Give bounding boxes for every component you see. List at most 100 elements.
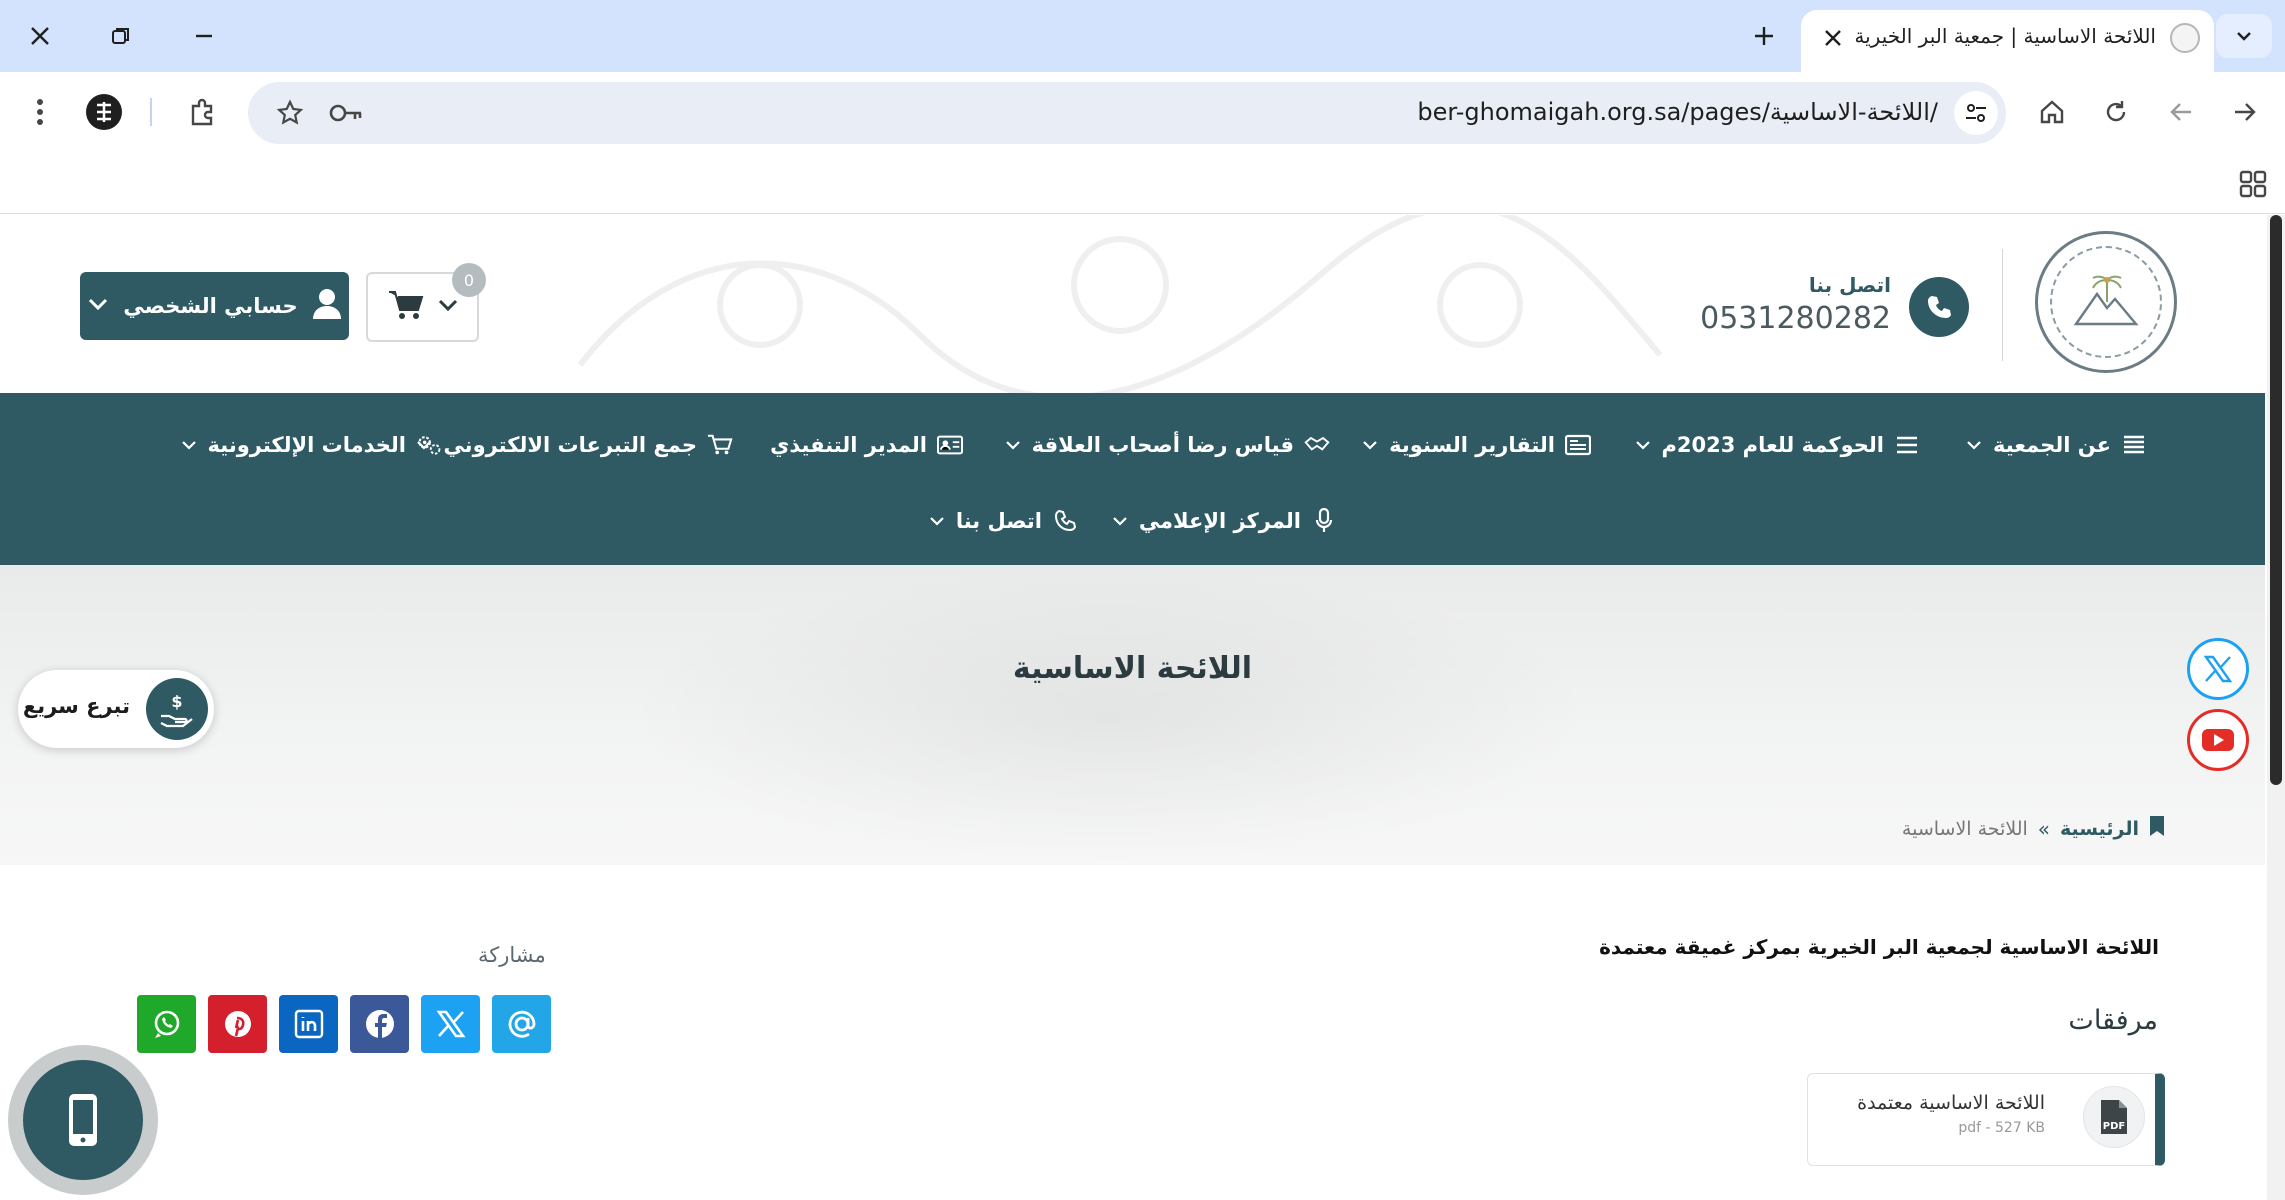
site-header: اتصل بنا 0531280282 0 حسابي الشخصي <box>0 215 2265 393</box>
nav-item-label: الحوكمة للعام 2023م <box>1661 433 1884 457</box>
linkedin-share-icon[interactable] <box>279 995 338 1053</box>
active-tab[interactable]: اللائحة الاساسية | جمعية البر الخيرية <box>1801 10 2214 72</box>
nav-item-executive-director[interactable]: المدير التنفيذي <box>770 423 963 467</box>
breadcrumb-home-link[interactable]: الرئيسية <box>2060 818 2139 840</box>
logo-emblem-icon <box>2050 246 2162 358</box>
phone-icon <box>1052 508 1078 534</box>
x-twitter-share-icon[interactable] <box>421 995 480 1053</box>
close-tab-icon[interactable] <box>1813 18 1853 58</box>
email-share-icon[interactable] <box>492 995 551 1053</box>
header-divider <box>2002 249 2003 361</box>
restore-window-icon[interactable] <box>95 14 147 58</box>
bookmark-star-icon[interactable] <box>268 91 312 135</box>
tab-search-button[interactable] <box>2216 14 2272 58</box>
nav-item-e-services[interactable]: الخدمات الإلكترونية <box>180 423 442 467</box>
tab-title: اللائحة الاساسية | جمعية البر الخيرية <box>1856 24 2156 48</box>
breadcrumb: الرئيسية » اللائحة الاساسية <box>1902 815 2165 842</box>
tab-favicon-icon <box>2170 23 2200 53</box>
donate-hand-icon: $ <box>146 678 208 740</box>
back-arrow-icon[interactable] <box>2155 86 2207 138</box>
password-key-icon[interactable] <box>324 91 368 135</box>
facebook-share-icon[interactable] <box>350 995 409 1053</box>
quick-donate-button[interactable]: $ تبرع سريع <box>18 670 214 748</box>
page-title: اللائحة الاساسية <box>1012 651 1253 686</box>
chevron-down-icon <box>1965 436 1983 454</box>
x-twitter-float-icon[interactable] <box>2187 638 2249 700</box>
apps-grid-icon[interactable] <box>2235 166 2271 202</box>
address-bar[interactable]: ber-ghomaigah.org.sa/pages/اللائحة-الاسا… <box>248 82 2006 144</box>
bookmark-icon <box>2149 815 2165 842</box>
mobile-app-float-button[interactable] <box>8 1045 158 1195</box>
cart-count-badge: 0 <box>452 263 486 297</box>
nav-item-satisfaction[interactable]: قياس رضا أصحاب العلاقة <box>1004 423 1330 467</box>
youtube-float-icon[interactable] <box>2187 709 2249 771</box>
account-dropdown-button[interactable]: حسابي الشخصي <box>80 272 349 340</box>
microphone-icon <box>1311 508 1337 534</box>
user-icon <box>312 288 342 325</box>
pinterest-share-icon[interactable] <box>208 995 267 1053</box>
chevron-down-icon <box>1111 512 1129 530</box>
pdf-file-icon: PDF <box>2083 1086 2145 1148</box>
forward-arrow-icon[interactable] <box>2219 86 2271 138</box>
attachment-card[interactable]: PDF اللائحة الاساسية معتمدة pdf - 527 KB <box>1807 1073 2165 1166</box>
web-page: اتصل بنا 0531280282 0 حسابي الشخصي عن ال… <box>0 215 2265 1200</box>
header-contact[interactable]: اتصل بنا 0531280282 <box>1700 271 1969 351</box>
chevron-down-icon <box>1004 436 1022 454</box>
nav-item-label: المركز الإعلامي <box>1138 509 1301 533</box>
contact-phone-number[interactable]: 0531280282 <box>1700 301 1891 336</box>
attachments-heading: مرفقات <box>2068 1005 2158 1036</box>
chevron-down-icon <box>180 436 198 454</box>
quick-donate-label: تبرع سريع <box>22 694 130 718</box>
browser-toolbar: ber-ghomaigah.org.sa/pages/اللائحة-الاسا… <box>0 72 2285 152</box>
url-text: ber-ghomaigah.org.sa/pages/اللائحة-الاسا… <box>1417 98 1938 126</box>
nav-item-label: عن الجمعية <box>1992 433 2111 457</box>
nav-item-label: الخدمات الإلكترونية <box>207 433 406 457</box>
attachment-name: اللائحة الاساسية معتمدة <box>1857 1092 2045 1114</box>
chevron-down-icon <box>437 294 459 320</box>
breadcrumb-separator: » <box>2037 816 2051 841</box>
page-scrollbar[interactable] <box>2267 215 2285 1200</box>
profile-avatar-icon[interactable] <box>78 86 130 138</box>
share-label: مشاركة <box>478 943 546 967</box>
newspaper-icon <box>1565 432 1591 458</box>
menu-icon <box>1894 432 1920 458</box>
contact-label: اتصل بنا <box>1808 273 1891 297</box>
nav-item-online-donations[interactable]: جمع التبرعات الالكتروني <box>415 423 733 467</box>
breadcrumb-current: اللائحة الاساسية <box>1901 817 2028 840</box>
header-ornament-icon <box>577 215 1663 393</box>
home-icon[interactable] <box>2026 86 2078 138</box>
cart-icon <box>387 289 425 325</box>
bookmarks-bar <box>0 152 2285 214</box>
extensions-icon[interactable] <box>176 86 228 138</box>
toolbar-divider <box>150 98 152 126</box>
svg-text:PDF: PDF <box>2103 1121 2125 1132</box>
scrollbar-thumb[interactable] <box>2270 215 2282 785</box>
nav-item-about[interactable]: عن الجمعية <box>1965 423 2147 467</box>
association-logo[interactable] <box>2035 231 2177 373</box>
hero-background <box>620 565 1600 865</box>
chevron-down-icon <box>1361 436 1379 454</box>
nav-item-contact[interactable]: اتصل بنا <box>928 499 1078 543</box>
new-tab-button[interactable] <box>1740 14 1788 58</box>
nav-item-media-center[interactable]: المركز الإعلامي <box>1111 499 1337 543</box>
page-description: اللائحة الاساسية لجمعية البر الخيرية بمر… <box>1599 935 2159 959</box>
close-window-icon[interactable] <box>14 14 66 58</box>
nav-item-label: التقارير السنوية <box>1389 433 1555 457</box>
whatsapp-share-icon[interactable] <box>137 995 196 1053</box>
reload-icon[interactable] <box>2090 86 2142 138</box>
nav-item-annual-reports[interactable]: التقارير السنوية <box>1361 423 1591 467</box>
site-settings-icon[interactable] <box>1954 91 1998 135</box>
gears-icon <box>416 432 442 458</box>
minimize-window-icon[interactable] <box>178 14 230 58</box>
account-label: حسابي الشخصي <box>123 294 298 318</box>
nav-item-governance[interactable]: الحوكمة للعام 2023م <box>1634 423 1920 467</box>
nav-item-label: قياس رضا أصحاب العلاقة <box>1031 433 1294 457</box>
chevron-down-icon <box>87 293 109 320</box>
nav-item-label: اتصل بنا <box>955 509 1042 533</box>
menu-kebab-icon[interactable] <box>14 86 66 138</box>
handshake-icon <box>1304 432 1330 458</box>
id-card-icon <box>937 432 963 458</box>
nav-item-label: جمع التبرعات الالكتروني <box>443 433 697 457</box>
nav-item-label: المدير التنفيذي <box>770 433 927 457</box>
phone-icon <box>1909 277 1969 337</box>
